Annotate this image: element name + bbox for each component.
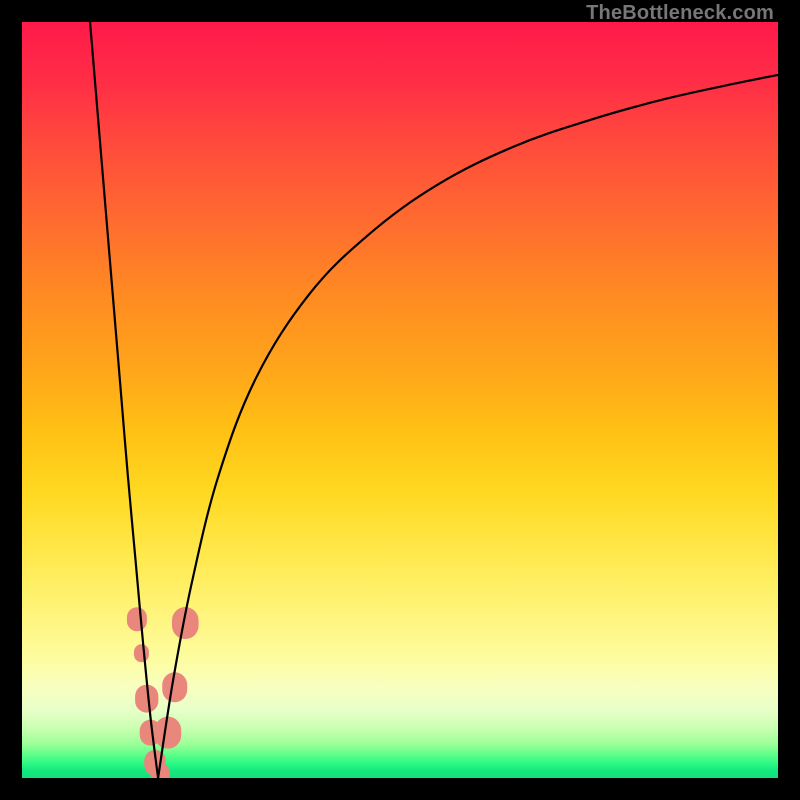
watermark-text: TheBottleneck.com bbox=[586, 2, 774, 25]
bottleneck-curve-left bbox=[90, 22, 158, 778]
curve-layer bbox=[22, 22, 778, 778]
highlight-point bbox=[134, 644, 149, 662]
plot-area bbox=[22, 22, 778, 778]
bottleneck-curve-right bbox=[158, 75, 778, 778]
highlight-point bbox=[127, 607, 147, 631]
highlight-point bbox=[155, 717, 182, 749]
chart-frame bbox=[22, 22, 778, 778]
